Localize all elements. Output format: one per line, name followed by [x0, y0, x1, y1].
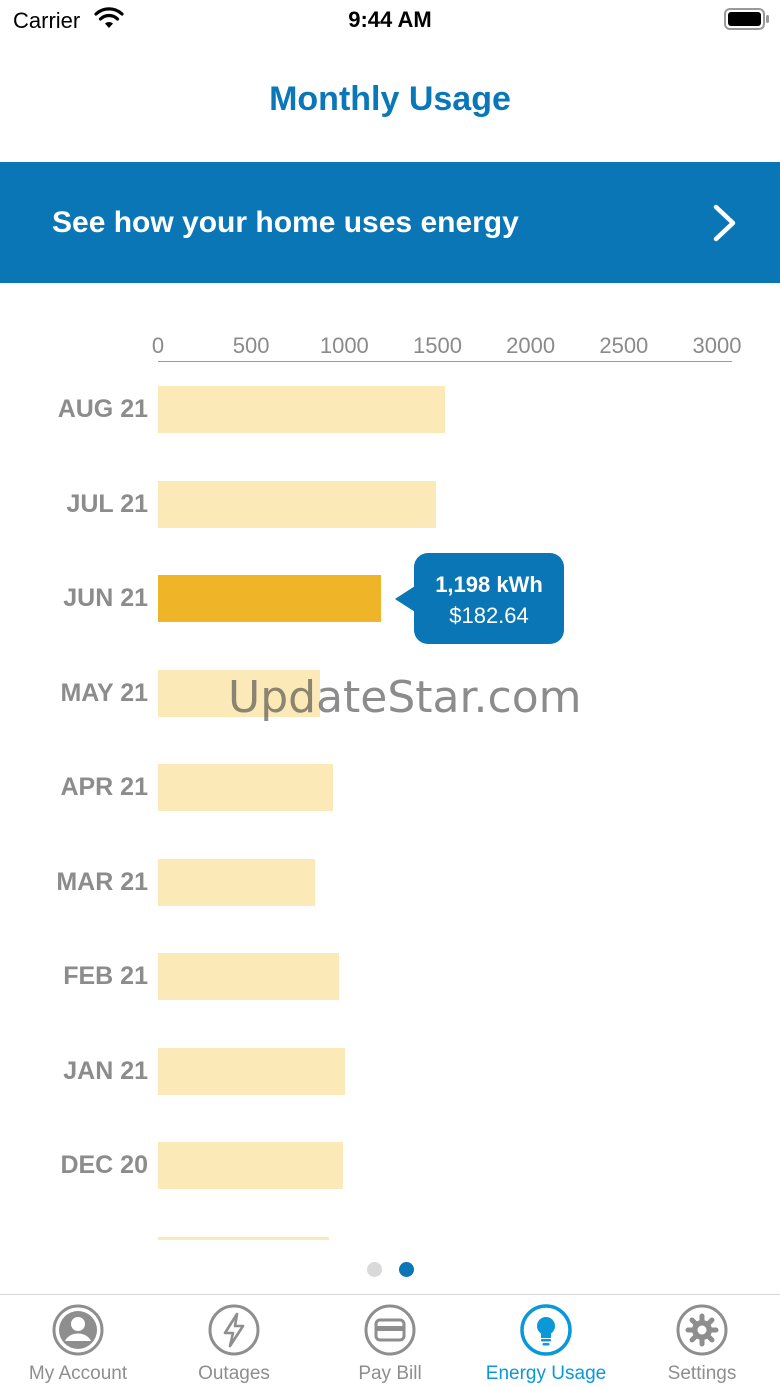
status-bar: Carrier 9:44 AM [0, 0, 780, 40]
tab-label: My Account [28, 1363, 128, 1384]
account-icon [52, 1304, 104, 1356]
month-label: MAY 21 [60, 678, 148, 707]
usage-bar[interactable] [158, 953, 339, 1000]
usage-tooltip: 1,198 kWh $182.64 [414, 553, 564, 644]
month-label: DEC 20 [60, 1151, 148, 1179]
month-label: MAR 21 [56, 867, 148, 896]
page-dot[interactable] [399, 1262, 414, 1277]
tab-label: Settings [667, 1363, 737, 1384]
tab-label: Outages [198, 1363, 270, 1384]
month-label: JUN 21 [63, 584, 148, 612]
tab-settings[interactable]: Settings [624, 1295, 780, 1387]
x-tick-label: 500 [232, 333, 270, 358]
x-tick-label: 0 [151, 333, 165, 358]
usage-bar[interactable] [158, 1047, 346, 1095]
x-tick-label: 2000 [506, 333, 556, 358]
month-label: JAN 21 [63, 1056, 148, 1085]
month-label: FEB 21 [63, 962, 148, 990]
gear-icon [676, 1304, 728, 1356]
energy-insights-banner[interactable]: See how your home uses energy [0, 162, 780, 283]
usage-bar[interactable] [158, 480, 436, 528]
tab-energy-usage[interactable]: Energy Usage [468, 1295, 624, 1387]
x-tick-label: 1500 [413, 333, 462, 358]
credit-card-icon [364, 1304, 416, 1356]
x-tick-label: 1000 [319, 333, 369, 358]
monthly-usage-chart: 1,198 kWh $182.64 0 500 1000 1500 2000 2500 30… [0, 300, 780, 1240]
tooltip-kwh: 1,198 kWh [435, 572, 543, 597]
tooltip-arrow [395, 586, 415, 612]
tab-bar: My Account Outages Pay Bill Energy Usage [0, 1294, 780, 1387]
page-indicator [0, 1262, 780, 1278]
usage-bar[interactable] [158, 386, 445, 433]
month-label: JUL 21 [66, 489, 148, 518]
chevron-right-icon [713, 204, 736, 242]
status-time: 9:44 AM [348, 7, 432, 32]
tab-pay-bill[interactable]: Pay Bill [312, 1295, 468, 1387]
lightbulb-icon [520, 1304, 572, 1356]
month-label: AUG 21 [57, 395, 148, 423]
tab-label: Energy Usage [485, 1363, 607, 1384]
banner-text: See how your home uses energy [52, 206, 519, 239]
tab-my-account[interactable]: My Account [0, 1295, 156, 1387]
tab-label: Pay Bill [358, 1363, 422, 1384]
tab-outages[interactable]: Outages [156, 1295, 312, 1387]
page-dot[interactable] [367, 1262, 382, 1277]
watermark: UpdateStar.com [228, 672, 582, 723]
usage-bar[interactable] [158, 764, 334, 811]
x-tick-label: 2500 [599, 333, 649, 358]
x-axis-line [158, 361, 732, 362]
page-title: Monthly Usage [269, 80, 511, 118]
lightning-icon [208, 1304, 260, 1356]
usage-bar[interactable] [158, 1236, 330, 1240]
battery-icon [724, 8, 769, 30]
usage-bar[interactable] [158, 858, 316, 906]
month-label: APR 21 [60, 773, 148, 801]
usage-bar[interactable] [158, 1142, 344, 1189]
tooltip-cost: $182.64 [449, 603, 529, 628]
x-tick-label: 3000 [692, 333, 742, 358]
usage-bar[interactable] [158, 575, 382, 622]
